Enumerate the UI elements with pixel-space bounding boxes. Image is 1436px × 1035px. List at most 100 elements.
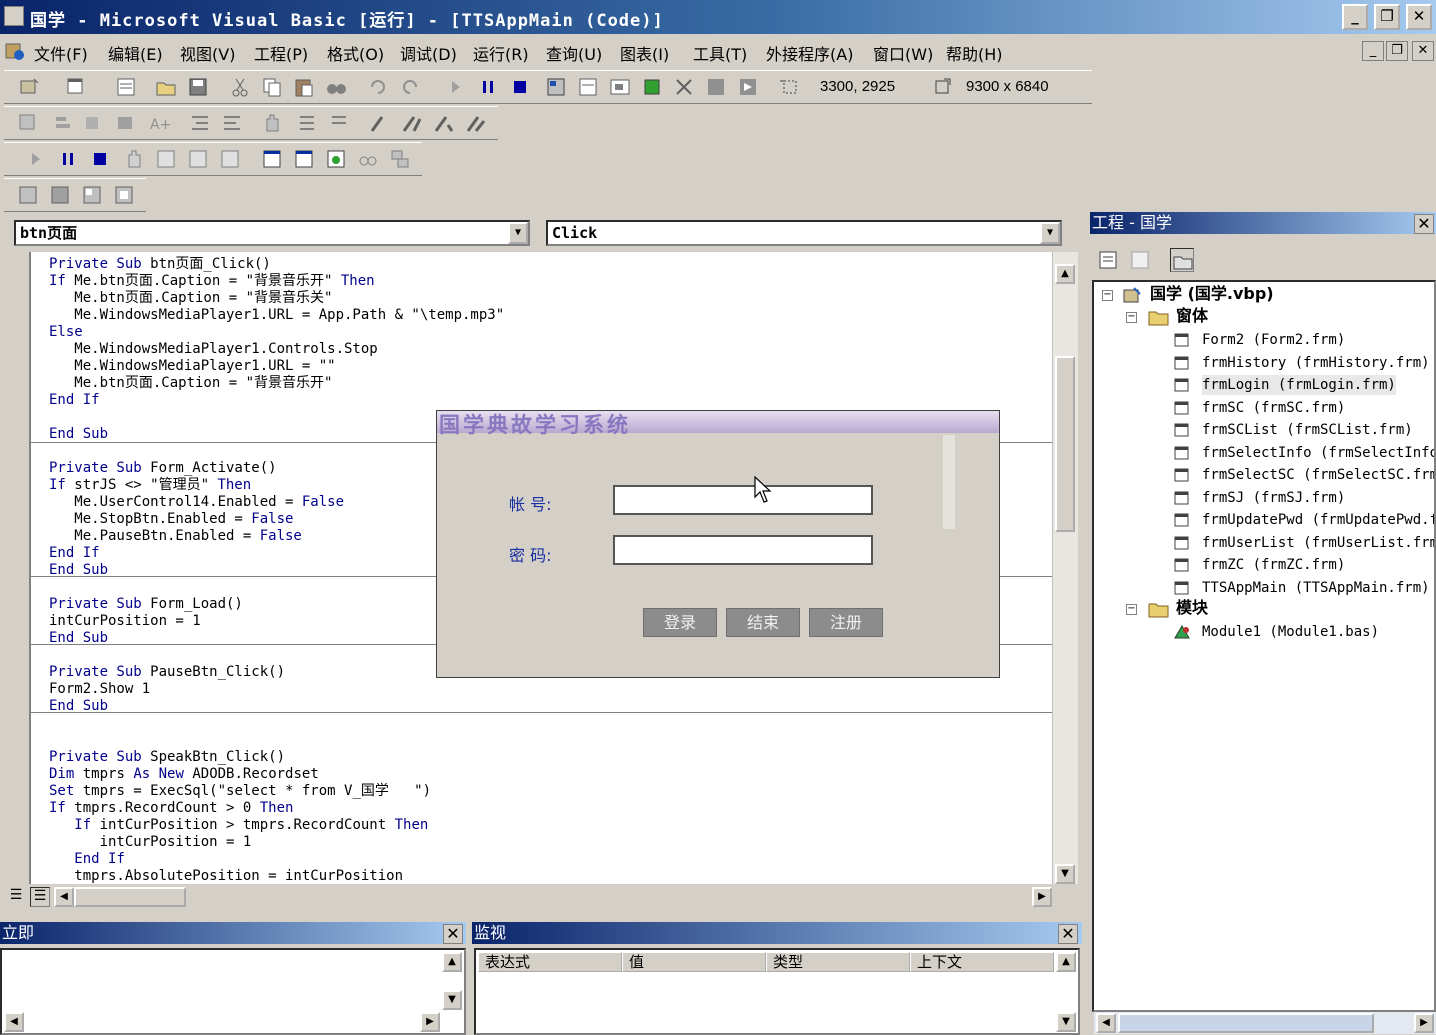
code-line[interactable]: Me.PauseBtn.Enabled = False <box>49 528 302 545</box>
code-line[interactable]: End If <box>49 545 100 562</box>
add-form-icon[interactable] <box>64 75 88 99</box>
scroll-down-icon[interactable]: ▼ <box>1056 1012 1076 1032</box>
debug-step-out-icon[interactable] <box>218 147 242 171</box>
find-icon[interactable] <box>324 75 348 99</box>
scroll-left-icon[interactable]: ◀ <box>1096 1013 1116 1033</box>
menu-addins[interactable]: 外接程序(A) <box>766 41 853 65</box>
menu-window[interactable]: 窗口(W) <box>873 41 933 65</box>
form-item[interactable]: frmUserList (frmUserList.frm <box>1202 533 1434 553</box>
scroll-right-icon[interactable]: ▶ <box>1032 887 1052 907</box>
scroll-left-icon[interactable]: ◀ <box>4 1012 24 1032</box>
module-item[interactable]: Module1 (Module1.bas) <box>1202 622 1379 642</box>
minimize-button[interactable]: _ <box>1342 4 1368 30</box>
scroll-down-icon[interactable]: ▼ <box>1055 864 1075 884</box>
break-icon[interactable] <box>476 75 500 99</box>
form-item[interactable]: frmUpdatePwd (frmUpdatePwd.f <box>1202 510 1434 530</box>
code-line[interactable]: Me.UserControl14.Enabled = False <box>49 494 344 511</box>
scroll-thumb[interactable] <box>1055 356 1075 532</box>
undo-icon[interactable] <box>366 75 390 99</box>
full-module-view-icon[interactable]: ☰ <box>30 887 50 907</box>
watch-column-expression[interactable]: 表达式 <box>478 952 622 972</box>
login-dialog-title-bar[interactable]: 国学典故学习系统 <box>437 411 999 437</box>
form-item[interactable]: frmSC (frmSC.frm) <box>1202 398 1345 418</box>
menu-query[interactable]: 查询(U) <box>546 41 602 65</box>
scroll-down-icon[interactable]: ▼ <box>442 990 462 1010</box>
procedure-view-icon[interactable]: ☰ <box>6 887 26 907</box>
code-line[interactable]: intCurPosition = 1 <box>49 834 252 851</box>
redo-icon[interactable] <box>398 75 422 99</box>
code-line[interactable]: Form2.Show 1 <box>49 681 150 698</box>
menu-diagram[interactable]: 图表(I) <box>620 41 669 65</box>
watch-close-button[interactable]: ✕ <box>1058 924 1078 944</box>
form-layout-icon[interactable] <box>608 75 632 99</box>
watch-column-context[interactable]: 上下文 <box>910 952 1054 972</box>
menu-editor-icon[interactable] <box>114 75 138 99</box>
scroll-up-icon[interactable]: ▲ <box>1056 952 1076 972</box>
menu-debug[interactable]: 调试(D) <box>400 41 457 65</box>
font-size-icon[interactable]: A+ <box>148 111 172 135</box>
collapse-icon[interactable]: − <box>1126 312 1137 323</box>
end-icon[interactable] <box>508 75 532 99</box>
cut-icon[interactable] <box>228 75 252 99</box>
code-line[interactable]: Me.btn页面.Caption = "背景音乐关" <box>49 290 332 307</box>
code-line[interactable]: End Sub <box>49 426 108 443</box>
debug-start-icon[interactable] <box>24 147 48 171</box>
layout-1-icon[interactable] <box>16 183 40 207</box>
code-line[interactable]: intCurPosition = 1 <box>49 613 201 630</box>
debug-break-icon[interactable] <box>56 147 80 171</box>
form-item[interactable]: frmSJ (frmSJ.frm) <box>1202 488 1345 508</box>
form-item[interactable]: TTSAppMain (TTSAppMain.frm) <box>1202 578 1430 598</box>
copy-icon[interactable] <box>260 75 284 99</box>
step-into-icon[interactable] <box>368 111 392 135</box>
form-item[interactable]: frmLogin (frmLogin.frm) <box>1202 375 1396 395</box>
hand-icon[interactable] <box>122 147 146 171</box>
code-line[interactable]: tmprs.AbsolutePosition = intCurPosition <box>49 868 403 884</box>
align-left-icon[interactable] <box>50 111 74 135</box>
align-icon[interactable] <box>82 111 106 135</box>
menu-project[interactable]: 工程(P) <box>254 41 308 65</box>
code-line[interactable]: Set tmprs = ExecSql("select * from V_国学 … <box>49 783 431 800</box>
mdi-close-button[interactable]: ✕ <box>1412 41 1434 61</box>
form-item[interactable]: frmZC (frmZC.frm) <box>1202 555 1345 575</box>
project-tree[interactable]: − 国学 (国学.vbp) − 窗体 Form2 (Form2.frm) frmH… <box>1092 280 1436 1012</box>
menu-view[interactable]: 视图(V) <box>180 41 235 65</box>
project-explorer-close-button[interactable]: ✕ <box>1414 214 1434 234</box>
modules-folder-item[interactable]: 模块 <box>1176 598 1208 618</box>
menu-file[interactable]: 文件(F) <box>34 41 88 65</box>
code-line[interactable]: If Me.btn页面.Caption = "背景音乐开" Then <box>49 273 375 290</box>
chevron-down-icon[interactable]: ▼ <box>508 222 528 244</box>
menu-format[interactable]: 格式(O) <box>327 41 384 65</box>
watch-window-icon[interactable] <box>324 147 348 171</box>
step-out-icon[interactable] <box>432 111 456 135</box>
code-line[interactable]: Me.WindowsMediaPlayer1.Controls.Stop <box>49 341 377 358</box>
debug-step-into-icon[interactable] <box>154 147 178 171</box>
mdi-minimize-button[interactable]: _ <box>1362 41 1384 61</box>
code-line[interactable]: End If <box>49 851 125 868</box>
quick-watch-icon[interactable] <box>356 147 380 171</box>
indent-icon[interactable] <box>188 111 212 135</box>
component-manager-icon[interactable] <box>736 75 760 99</box>
form-item[interactable]: frmSelectSC (frmSelectSC.frm <box>1202 465 1434 485</box>
save-project-icon[interactable] <box>186 75 210 99</box>
collapse-icon[interactable]: − <box>1126 604 1137 615</box>
code-line[interactable]: Private Sub SpeakBtn_Click() <box>49 749 285 766</box>
watch-window[interactable]: 表达式 值 类型 上下文 ▲ ▼ <box>474 948 1080 1035</box>
collapse-icon[interactable]: − <box>1102 290 1113 301</box>
code-line[interactable]: Me.WindowsMediaPlayer1.URL = "" <box>49 358 335 375</box>
scroll-up-icon[interactable]: ▲ <box>1055 264 1075 284</box>
layout-4-icon[interactable] <box>112 183 136 207</box>
end-button[interactable]: 结束 <box>726 608 800 637</box>
code-margin[interactable] <box>4 252 30 884</box>
forms-folder-item[interactable]: 窗体 <box>1176 306 1208 326</box>
watch-column-value[interactable]: 值 <box>622 952 766 972</box>
scroll-up-icon[interactable]: ▲ <box>442 952 462 972</box>
tree-scroll-thumb[interactable] <box>1118 1013 1374 1033</box>
restore-button[interactable]: ❐ <box>1374 4 1400 30</box>
procedure-combo[interactable]: Click ▼ <box>546 220 1062 246</box>
toolbox-icon[interactable] <box>672 75 696 99</box>
code-line[interactable]: If intCurPosition > tmprs.RecordCount Th… <box>49 817 428 834</box>
code-line[interactable]: Me.btn页面.Caption = "背景音乐开" <box>49 375 332 392</box>
code-line[interactable]: Private Sub btn页面_Click() <box>49 256 271 273</box>
data-view-icon[interactable] <box>704 75 728 99</box>
code-line[interactable]: Private Sub Form_Activate() <box>49 460 277 477</box>
